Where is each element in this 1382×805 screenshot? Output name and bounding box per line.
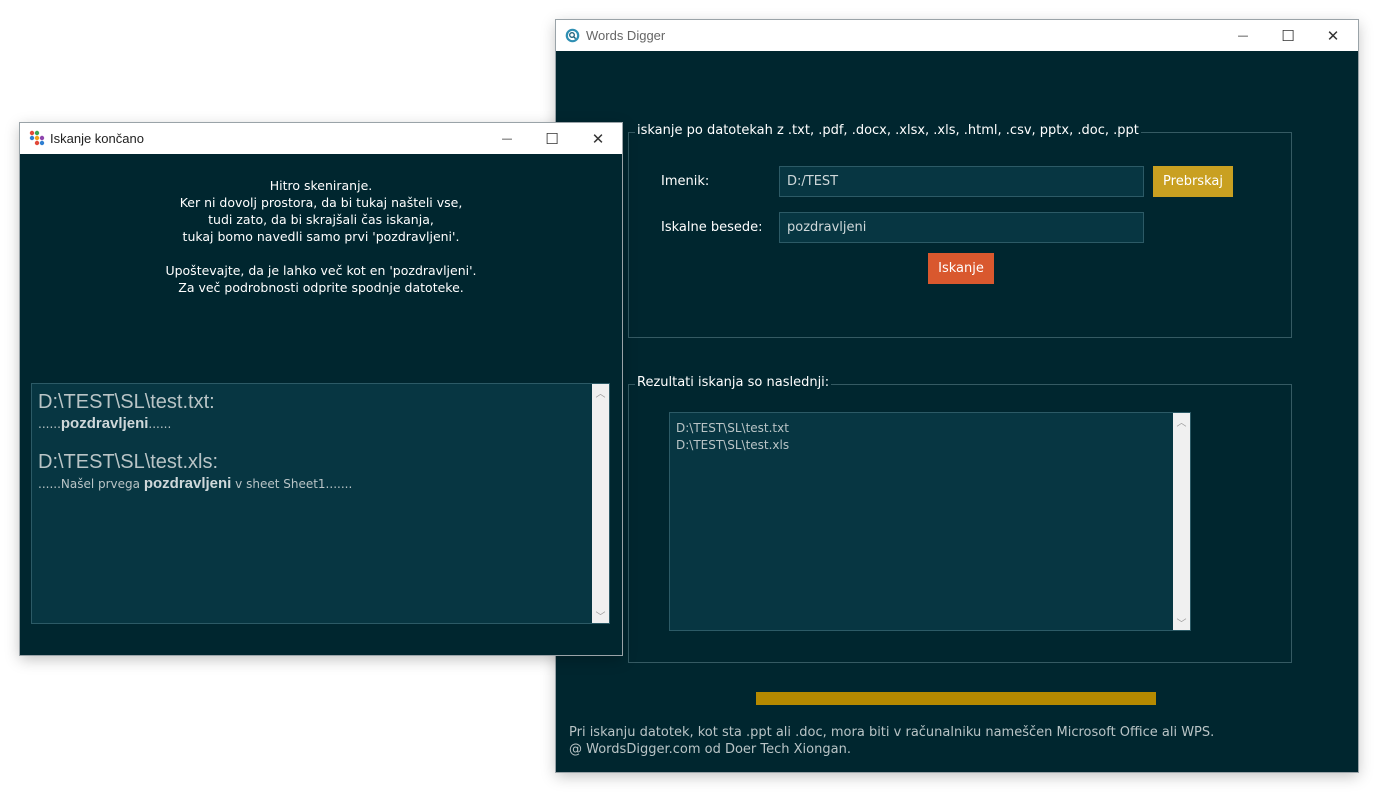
app-logo-icon — [565, 28, 580, 43]
done-titlebar[interactable]: Iskanje končano — ☐ ✕ — [20, 123, 622, 154]
browse-button[interactable]: Prebrskaj — [1153, 166, 1233, 197]
progress-bar — [756, 692, 1156, 705]
maximize-button[interactable]: ☐ — [1265, 20, 1311, 51]
directory-input[interactable]: D:/TEST — [779, 166, 1144, 197]
keywords-label: Iskalne besede: — [661, 220, 763, 235]
result-snippet: ......Našel prvega pozdravljeni v sheet … — [38, 475, 353, 492]
keywords-input[interactable]: pozdravljeni — [779, 212, 1144, 243]
scroll-down-icon[interactable]: ﹀ — [592, 607, 609, 623]
message-line: tudi zato, da bi skrajšali čas iskanja, — [208, 212, 434, 227]
message-line: Upoštevajte, da je lahko več kot en 'poz… — [165, 263, 477, 278]
scroll-down-icon[interactable]: ﹀ — [1173, 614, 1190, 630]
app-logo-icon — [29, 130, 45, 146]
scroll-up-icon[interactable]: ︿ — [592, 384, 609, 400]
footer-note: Pri iskanju datotek, kot sta .ppt ali .d… — [569, 725, 1215, 740]
message-line: Za več podrobnosti odprite spodnje datot… — [178, 280, 464, 295]
search-button[interactable]: Iskanje — [928, 253, 994, 284]
results-list[interactable]: D:\TEST\SL\test.txt D:\TEST\SL\test.xls … — [669, 412, 1191, 631]
minimize-button[interactable]: — — [484, 123, 530, 154]
result-path: D:\TEST\SL\test.txt: — [38, 391, 215, 413]
done-window-title: Iskanje končano — [50, 131, 144, 146]
list-item[interactable]: D:\TEST\SL\test.txt — [676, 421, 789, 435]
close-button[interactable]: ✕ — [1310, 20, 1356, 51]
message-line: tukaj bomo navedli samo prvi 'pozdravlje… — [182, 229, 460, 244]
close-button[interactable]: ✕ — [575, 123, 621, 154]
footer-copyright: @ WordsDigger.com od Doer Tech Xiongan. — [569, 742, 851, 757]
main-window: Words Digger — ☐ ✕ iskanje po datotekah … — [556, 20, 1358, 772]
search-done-window: Iskanje končano — ☐ ✕ Hitro skeniranje. … — [20, 123, 622, 655]
message-line: Hitro skeniranje. — [269, 178, 373, 193]
main-titlebar[interactable]: Words Digger — ☐ ✕ — [556, 20, 1358, 51]
progress-fill — [756, 692, 1156, 705]
detail-scrollbar[interactable]: ︿ ﹀ — [592, 384, 609, 623]
results-scrollbar[interactable]: ︿ ﹀ — [1173, 413, 1190, 630]
message-line: Ker ni dovolj prostora, da bi tukaj našt… — [179, 195, 463, 210]
maximize-button[interactable]: ☐ — [529, 123, 575, 154]
main-window-title: Words Digger — [586, 28, 666, 43]
minimize-button[interactable]: — — [1220, 20, 1266, 51]
results-group-legend: Rezultati iskanja so naslednji: — [635, 375, 832, 390]
result-snippet: ......pozdravljeni...... — [38, 415, 172, 432]
search-group-legend: iskanje po datotekah z .txt, .pdf, .docx… — [635, 123, 1141, 138]
directory-label: Imenik: — [661, 174, 710, 189]
list-item[interactable]: D:\TEST\SL\test.xls — [676, 438, 789, 452]
scroll-up-icon[interactable]: ︿ — [1173, 413, 1190, 429]
results-detail-box[interactable]: D:\TEST\SL\test.txt: ......pozdravljeni.… — [31, 383, 610, 624]
result-path: D:\TEST\SL\test.xls: — [38, 451, 219, 473]
